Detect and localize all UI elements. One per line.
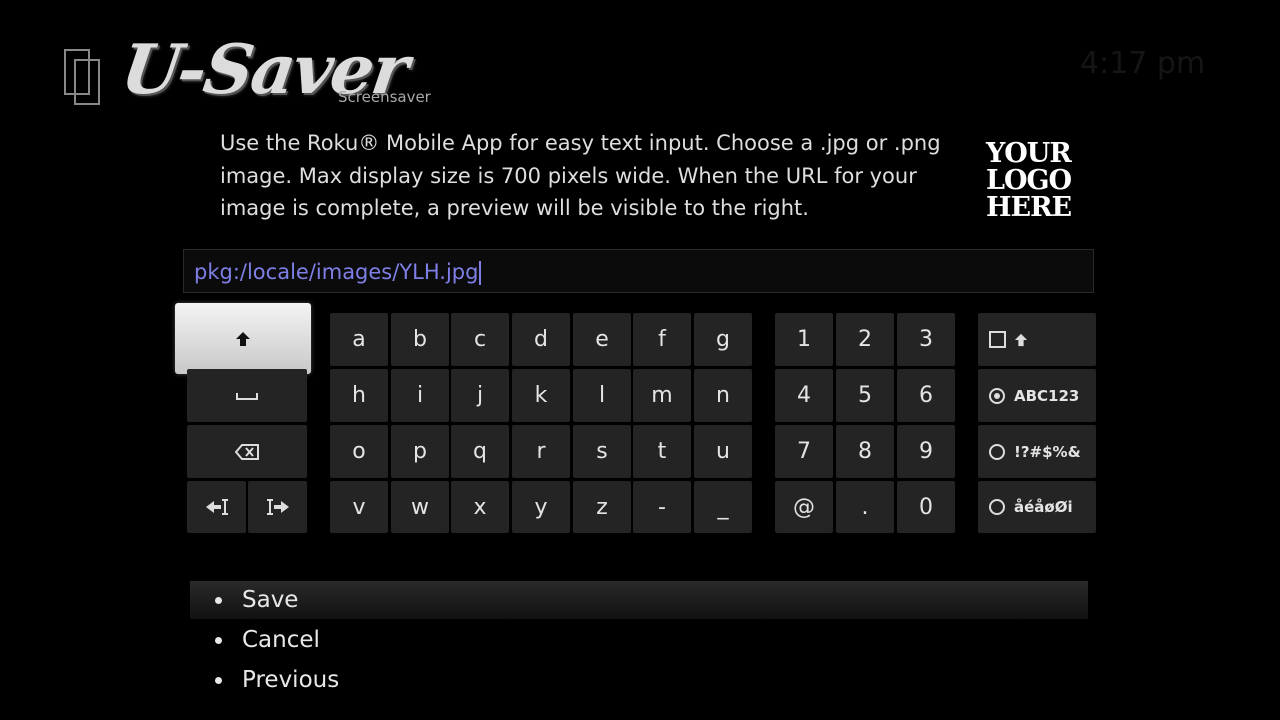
url-input[interactable]: pkg:/locale/images/YLH.jpg bbox=[183, 249, 1094, 293]
key-3[interactable]: 3 bbox=[897, 313, 955, 366]
key-u[interactable]: u bbox=[694, 425, 752, 478]
mode-accents-label: åéåøØi bbox=[1014, 498, 1073, 516]
image-preview: YOUR LOGO HERE bbox=[986, 140, 1072, 226]
mode-accents-option[interactable]: åéåøØi bbox=[978, 481, 1096, 533]
key-5[interactable]: 5 bbox=[836, 369, 894, 422]
menu-item-previous[interactable]: Previous bbox=[190, 661, 1088, 699]
shift-arrow-icon bbox=[1014, 333, 1028, 346]
preview-line: LOGO bbox=[986, 165, 1072, 196]
key-c[interactable]: c bbox=[451, 313, 509, 366]
menu-item-cancel[interactable]: Cancel bbox=[190, 621, 1088, 659]
key-z[interactable]: z bbox=[573, 481, 631, 533]
key-p[interactable]: p bbox=[391, 425, 449, 478]
key-f[interactable]: f bbox=[633, 313, 691, 366]
key-k[interactable]: k bbox=[512, 369, 570, 422]
checkbox-icon bbox=[989, 331, 1006, 348]
url-input-value: pkg:/locale/images/YLH.jpg bbox=[194, 260, 479, 284]
preview-line: YOUR bbox=[986, 138, 1072, 169]
menu-item-label: Cancel bbox=[242, 627, 320, 653]
shift-arrow-icon bbox=[236, 331, 250, 346]
key-6[interactable]: 6 bbox=[897, 369, 955, 422]
menu-item-label: Save bbox=[242, 587, 299, 613]
key-r[interactable]: r bbox=[512, 425, 570, 478]
radio-selected-icon bbox=[989, 387, 1005, 404]
cursor-left-key[interactable] bbox=[187, 481, 246, 533]
mode-symbols-option[interactable]: !?#$%& bbox=[978, 425, 1096, 478]
key-q[interactable]: q bbox=[451, 425, 509, 478]
space-key[interactable] bbox=[187, 369, 307, 422]
cursor-left-icon bbox=[205, 499, 228, 515]
key-hyphen[interactable]: - bbox=[633, 481, 691, 533]
key-4[interactable]: 4 bbox=[775, 369, 833, 422]
key-w[interactable]: w bbox=[391, 481, 449, 533]
mode-symbols-label: !?#$%& bbox=[1014, 442, 1081, 461]
space-icon bbox=[236, 392, 258, 400]
bullet-icon bbox=[215, 637, 222, 644]
radio-icon bbox=[989, 499, 1005, 515]
key-7[interactable]: 7 bbox=[775, 425, 833, 478]
cursor-right-icon bbox=[266, 499, 289, 515]
key-v[interactable]: v bbox=[330, 481, 388, 533]
key-9[interactable]: 9 bbox=[897, 425, 955, 478]
key-o[interactable]: o bbox=[330, 425, 388, 478]
menu-item-save[interactable]: Save bbox=[190, 581, 1088, 619]
key-l[interactable]: l bbox=[573, 369, 631, 422]
key-g[interactable]: g bbox=[694, 313, 752, 366]
key-x[interactable]: x bbox=[451, 481, 509, 533]
app-subtitle: Screensaver bbox=[338, 88, 431, 106]
mode-alnum-option[interactable]: ABC123 bbox=[978, 369, 1096, 422]
radio-icon bbox=[989, 443, 1005, 460]
key-a[interactable]: a bbox=[330, 313, 388, 366]
key-e[interactable]: e bbox=[573, 313, 631, 366]
key-0[interactable]: 0 bbox=[897, 481, 955, 533]
preview-line: HERE bbox=[986, 192, 1072, 223]
caps-lock-toggle[interactable] bbox=[978, 313, 1096, 366]
key-s[interactable]: s bbox=[573, 425, 631, 478]
key-n[interactable]: n bbox=[694, 369, 752, 422]
key-m[interactable]: m bbox=[633, 369, 691, 422]
key-8[interactable]: 8 bbox=[836, 425, 894, 478]
key-at[interactable]: @ bbox=[775, 481, 833, 533]
key-d[interactable]: d bbox=[512, 313, 570, 366]
mode-alnum-label: ABC123 bbox=[1014, 386, 1080, 405]
instructions-text: Use the Roku® Mobile App for easy text i… bbox=[220, 131, 941, 220]
backspace-key[interactable] bbox=[187, 425, 307, 478]
key-i[interactable]: i bbox=[391, 369, 449, 422]
key-t[interactable]: t bbox=[633, 425, 691, 478]
backspace-icon bbox=[235, 443, 259, 460]
app-logo-icon bbox=[64, 49, 100, 105]
key-j[interactable]: j bbox=[451, 369, 509, 422]
bullet-icon bbox=[215, 597, 222, 604]
key-y[interactable]: y bbox=[512, 481, 570, 533]
cursor-right-key[interactable] bbox=[248, 481, 307, 533]
key-2[interactable]: 2 bbox=[836, 313, 894, 366]
menu-item-label: Previous bbox=[242, 667, 340, 693]
key-h[interactable]: h bbox=[330, 369, 388, 422]
key-1[interactable]: 1 bbox=[775, 313, 833, 366]
shift-key[interactable] bbox=[175, 303, 311, 374]
bullet-icon bbox=[215, 677, 222, 684]
key-b[interactable]: b bbox=[391, 313, 449, 366]
key-underscore[interactable]: _ bbox=[694, 481, 752, 533]
text-caret bbox=[479, 261, 482, 285]
clock: 4:17 pm bbox=[1080, 46, 1206, 81]
key-period[interactable]: . bbox=[836, 481, 894, 533]
